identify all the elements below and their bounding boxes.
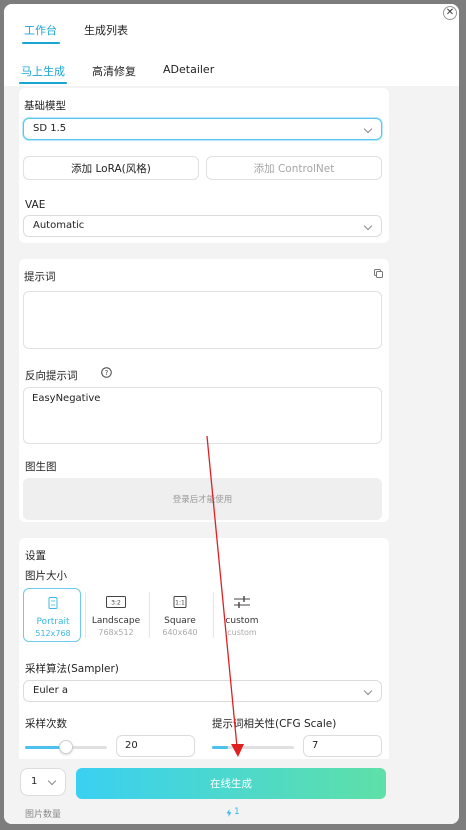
negative-prompt-textarea[interactable]: EasyNegative xyxy=(23,387,382,444)
sub-tabs: 马上生成 高清修复 ADetailer xyxy=(4,54,459,86)
vae-value: Automatic xyxy=(33,220,85,231)
chevron-down-icon xyxy=(363,124,373,134)
add-controlnet-button[interactable]: 添加 ControlNet xyxy=(206,156,382,180)
size-dims: custom xyxy=(227,628,257,637)
svg-text:1:1: 1:1 xyxy=(175,600,185,607)
settings-label: 设置 xyxy=(25,550,46,562)
top-tabs: 工作台 生成列表 xyxy=(4,4,459,54)
ratio-1-1-icon: 1:1 xyxy=(173,596,187,608)
size-name: Portrait xyxy=(36,617,70,627)
sampler-select[interactable]: Euler a xyxy=(23,680,382,702)
chevron-down-icon xyxy=(363,221,373,231)
negative-prompt-value: EasyNegative xyxy=(32,393,101,404)
sliders-icon xyxy=(234,596,250,608)
bottom-bar: 1 在线生成 图片数量 1 xyxy=(4,759,401,824)
quantity-value: 1 xyxy=(31,776,38,787)
settings-card: 设置 图片大小 Portrait 512x768 3:2 Landscape 7… xyxy=(19,538,389,768)
copy-icon[interactable] xyxy=(374,269,383,278)
size-option-custom[interactable]: custom custom xyxy=(213,588,271,642)
image-size-label: 图片大小 xyxy=(25,570,67,582)
size-option-landscape[interactable]: 3:2 Landscape 768x512 xyxy=(87,588,145,642)
sampler-label: 采样算法(Sampler) xyxy=(25,663,119,675)
size-dims: 512x768 xyxy=(35,629,71,638)
steps-input[interactable]: 20 xyxy=(116,735,195,757)
cfg-label: 提示词相关性(CFG Scale) xyxy=(212,718,337,730)
size-option-square[interactable]: 1:1 Square 640x640 xyxy=(151,588,209,642)
base-model-select[interactable]: SD 1.5 xyxy=(23,118,382,140)
prompt-label: 提示词 xyxy=(24,271,56,283)
vae-label: VAE xyxy=(25,199,46,211)
base-model-value: SD 1.5 xyxy=(33,123,67,134)
cost-value: 1 xyxy=(234,807,240,817)
generation-dialog: 工作台 生成列表 马上生成 高清修复 ADetailer 基础模型 SD 1.5… xyxy=(4,4,459,824)
size-name: Landscape xyxy=(91,616,141,626)
size-dims: 640x640 xyxy=(162,628,198,637)
img2img-upload-area[interactable]: 登录后才能使用 xyxy=(23,478,382,520)
steps-value: 20 xyxy=(125,740,138,751)
steps-slider[interactable] xyxy=(25,740,107,754)
image-size-options: Portrait 512x768 3:2 Landscape 768x512 1… xyxy=(23,588,271,642)
help-icon[interactable]: ? xyxy=(101,367,112,378)
chevron-down-icon xyxy=(47,776,57,786)
close-button[interactable]: ✕ xyxy=(443,6,457,20)
base-model-label: 基础模型 xyxy=(24,100,66,112)
size-name: Square xyxy=(164,616,196,626)
steps-label: 采样次数 xyxy=(25,718,67,730)
vae-select[interactable]: Automatic xyxy=(23,215,382,237)
negative-prompt-label: 反向提示词 xyxy=(25,370,78,382)
size-name: custom xyxy=(225,616,259,626)
cfg-slider-fill xyxy=(212,746,229,749)
quantity-select[interactable]: 1 xyxy=(20,768,66,796)
prompt-textarea[interactable] xyxy=(23,291,382,349)
active-tab-indicator xyxy=(22,42,60,44)
subtab-generate-now[interactable]: 马上生成 xyxy=(21,63,65,79)
cfg-input[interactable]: 7 xyxy=(303,735,382,757)
tab-workbench[interactable]: 工作台 xyxy=(24,22,57,38)
size-option-portrait[interactable]: Portrait 512x768 xyxy=(23,588,81,642)
cfg-slider[interactable] xyxy=(212,746,294,749)
chevron-down-icon xyxy=(363,686,373,696)
tab-generation-list[interactable]: 生成列表 xyxy=(84,22,128,38)
generate-online-button[interactable]: 在线生成 xyxy=(76,768,386,799)
size-dims: 768x512 xyxy=(98,628,134,637)
active-subtab-indicator xyxy=(19,82,67,84)
dialog-content: 工作台 生成列表 马上生成 高清修复 ADetailer 基础模型 SD 1.5… xyxy=(4,4,459,824)
divider xyxy=(149,592,150,638)
portrait-icon xyxy=(48,597,58,609)
prompt-card: 提示词 反向提示词 ? EasyNegative 图生图 登录后才能使用 xyxy=(19,259,389,522)
close-icon: ✕ xyxy=(445,7,455,18)
img2img-label: 图生图 xyxy=(25,461,57,473)
sampler-value: Euler a xyxy=(33,685,69,696)
model-card: 基础模型 SD 1.5 添加 LoRA(风格) 添加 ControlNet VA… xyxy=(19,88,389,243)
quantity-label: 图片数量 xyxy=(25,810,62,820)
svg-text:?: ? xyxy=(105,369,109,377)
divider xyxy=(85,592,86,638)
lightning-icon xyxy=(226,809,232,817)
subtab-hires-fix[interactable]: 高清修复 xyxy=(92,63,136,79)
ratio-3-2-icon: 3:2 xyxy=(106,596,126,608)
add-lora-button[interactable]: 添加 LoRA(风格) xyxy=(23,156,199,180)
svg-text:3:2: 3:2 xyxy=(111,600,121,607)
steps-slider-thumb[interactable] xyxy=(59,740,73,754)
cfg-value: 7 xyxy=(312,740,319,751)
subtab-adetailer[interactable]: ADetailer xyxy=(163,63,214,76)
